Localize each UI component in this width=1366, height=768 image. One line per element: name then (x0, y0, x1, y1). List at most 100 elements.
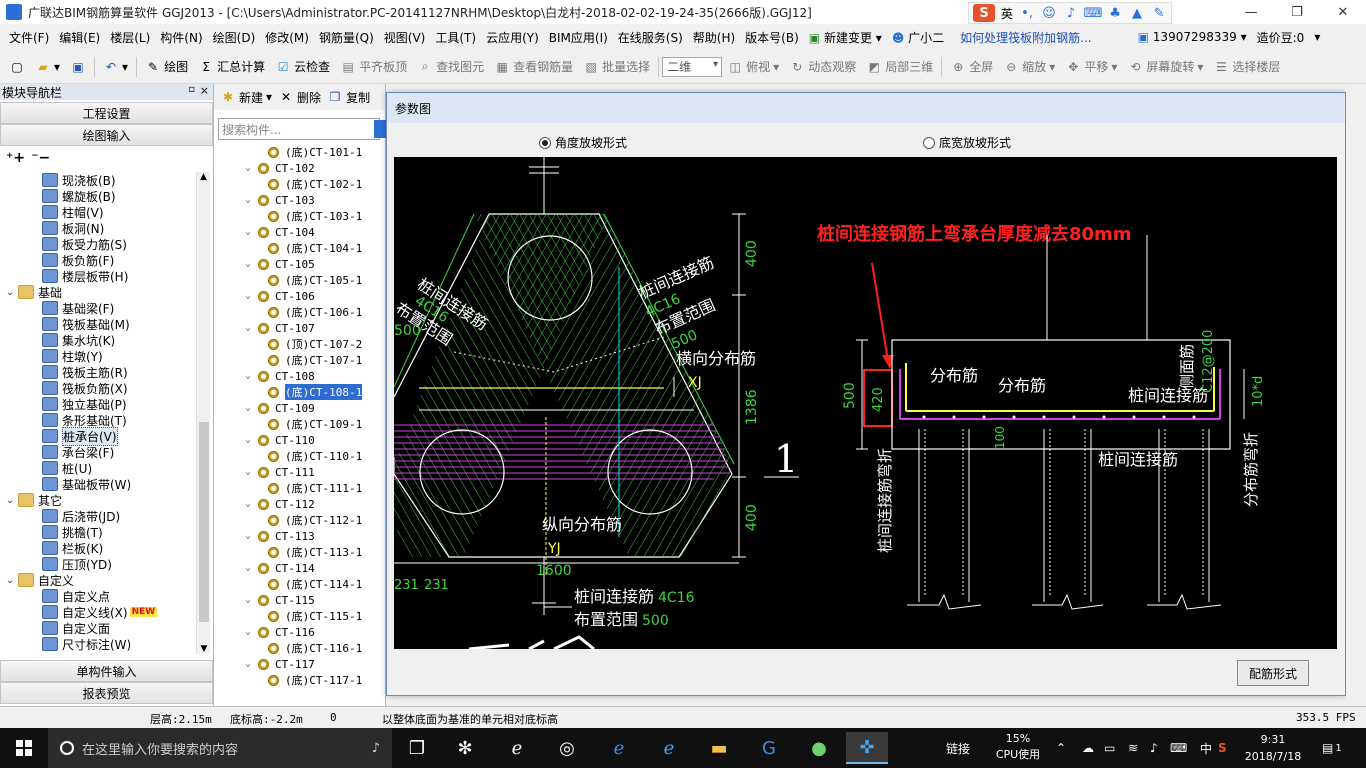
batch-select-button[interactable]: ▧ 批量选择 (578, 55, 655, 79)
close-icon[interactable]: ✕ (1320, 0, 1366, 24)
component-sub-item[interactable]: (底)CT-113-1 (242, 544, 390, 560)
expand-toggle-icon[interactable]: ⌄ (242, 291, 254, 301)
tree-item[interactable]: 螺旋板(B) (4, 188, 210, 204)
radio-angle-slope[interactable]: 角度放坡形式 (539, 134, 627, 151)
tree-item[interactable]: 尺寸标注(W) (4, 636, 210, 652)
menu-file[interactable]: 文件(F) (4, 29, 54, 46)
save-button[interactable]: ▣ (65, 55, 91, 79)
tree-item[interactable]: 板受力筋(S) (4, 236, 210, 252)
component-item[interactable]: ⌄ CT-114 (242, 560, 390, 576)
scroll-up-icon[interactable]: ▲ (197, 172, 210, 182)
close-icon[interactable]: × (200, 84, 209, 97)
ie-icon[interactable]: ℯ (496, 732, 538, 764)
zoom-button[interactable]: ⊖ 缩放 ▾ (998, 55, 1060, 79)
fan-app-icon[interactable]: ✻ (444, 732, 486, 764)
tree-item[interactable]: 柱墩(Y) (4, 348, 210, 364)
component-sub-item[interactable]: (底)CT-110-1 (242, 448, 390, 464)
component-sub-item[interactable]: (底)CT-107-1 (242, 352, 390, 368)
tree-item[interactable]: 挑檐(T) (4, 524, 210, 540)
copy-component-button[interactable]: ❐ 复制 (325, 85, 372, 109)
expand-toggle-icon[interactable]: ⌄ (242, 499, 254, 509)
project-settings-button[interactable]: 工程设置 (0, 102, 213, 124)
component-sub-item[interactable]: (底)CT-101-1 (242, 144, 390, 160)
file-explorer-icon[interactable]: ▬ (698, 732, 740, 764)
expand-toggle-icon[interactable]: ⌄ (4, 575, 16, 586)
tree-item[interactable]: 桩承台(V) (4, 426, 210, 446)
tree-item[interactable]: 自定义线(X) NEW (4, 604, 210, 620)
tree-item[interactable]: 自定义面 (4, 620, 210, 636)
menu-version[interactable]: 版本号(B) (740, 29, 804, 46)
keyboard-icon[interactable]: ⌨ (1084, 5, 1103, 21)
component-item[interactable]: ⌄ CT-112 (242, 496, 390, 512)
component-sub-item[interactable]: (底)CT-112-1 (242, 512, 390, 528)
tree-item[interactable]: 筏板主筋(R) (4, 364, 210, 380)
menu-help[interactable]: 帮助(H) (688, 29, 740, 46)
price-beans[interactable]: 造价豆:0 (1252, 29, 1310, 46)
component-item[interactable]: ⌄ CT-104 (242, 224, 390, 240)
scroll-thumb[interactable] (199, 422, 209, 622)
tree-item[interactable]: 筏板负筋(X) (4, 380, 210, 396)
tree-folder[interactable]: ⌄ 自定义 (4, 572, 210, 588)
top-view-button[interactable]: ◫ 俯视 ▾ (722, 55, 784, 79)
expand-toggle-icon[interactable]: ⌄ (242, 259, 254, 269)
tree-folder[interactable]: ⌄ 其它 (4, 492, 210, 508)
radio-dot[interactable] (923, 136, 935, 149)
component-item[interactable]: ⌄ CT-115 (242, 592, 390, 608)
expand-toggle-icon[interactable]: ⌄ (242, 435, 254, 445)
wrench-icon[interactable]: ✎ (1151, 5, 1167, 21)
component-sub-item[interactable]: (顶)CT-107-2 (242, 336, 390, 352)
ime-lang-label[interactable]: 英 (1001, 5, 1013, 22)
edge-icon[interactable]: ℯ (598, 732, 640, 764)
parameter-drawing-canvas[interactable]: 400 1386 400 1600 231 231 1 桩间连接筋 4C16 布… (394, 157, 1337, 649)
scroll-down-icon[interactable]: ▼ (197, 644, 211, 654)
tray-wifi-icon[interactable]: ≋ (1128, 728, 1138, 768)
tree-item[interactable]: 板负筋(F) (4, 252, 210, 268)
tree-item[interactable]: 柱帽(V) (4, 204, 210, 220)
component-item[interactable]: ⌄ CT-110 (242, 432, 390, 448)
component-item[interactable]: ⌄ CT-106 (242, 288, 390, 304)
expand-toggle-icon[interactable]: ⌄ (242, 659, 254, 669)
tray-volume-icon[interactable]: ♪ (1150, 728, 1158, 768)
tree-item[interactable]: 集水坑(K) (4, 332, 210, 348)
expand-toggle-icon[interactable]: ⌄ (242, 403, 254, 413)
component-sub-item[interactable]: (底)CT-104-1 (242, 240, 390, 256)
draw-button[interactable]: ✎ 绘图 (140, 55, 193, 79)
expand-toggle-icon[interactable]: ⌄ (242, 371, 254, 381)
tray-cloud-icon[interactable]: ☁ (1082, 728, 1094, 768)
expand-all-icon[interactable]: ⁺+ (6, 150, 25, 166)
tree-item[interactable]: 自定义点 (4, 588, 210, 604)
expand-toggle-icon[interactable]: ⌄ (242, 595, 254, 605)
tree-item[interactable]: 基础板带(W) (4, 476, 210, 492)
tray-sogou-icon[interactable]: S (1218, 728, 1227, 768)
component-item[interactable]: ⌄ CT-108 (242, 368, 390, 384)
question-link[interactable]: 如何处理筏板附加钢筋... (955, 29, 1096, 46)
user-icon[interactable]: ♣ (1107, 5, 1123, 21)
delete-component-button[interactable]: ✕ 删除 (276, 85, 323, 109)
punctuation-icon[interactable]: •, (1019, 5, 1035, 21)
component-sub-item[interactable]: (底)CT-115-1 (242, 608, 390, 624)
task-view-icon[interactable]: ❐ (396, 732, 438, 764)
tree-folder[interactable]: ⌄ 基础 (4, 284, 210, 300)
menu-floor[interactable]: 楼层(L) (105, 29, 155, 46)
component-sub-item[interactable]: (底)CT-117-1 (242, 672, 390, 688)
drawing-input-button[interactable]: 绘图输入 (0, 124, 213, 146)
tree-item[interactable]: 独立基础(P) (4, 396, 210, 412)
menu-draw[interactable]: 绘图(D) (208, 29, 261, 46)
expand-toggle-icon[interactable]: ⌄ (242, 467, 254, 477)
find-element-button[interactable]: ⌕ 查找图元 (412, 55, 489, 79)
tree-item[interactable]: 基础梁(F) (4, 300, 210, 316)
rotate-button[interactable]: ⟲ 屏幕旋转 ▾ (1122, 55, 1208, 79)
tree-expand-collapse[interactable]: ⁺+ ⁻− (0, 146, 213, 170)
microphone-icon[interactable]: ♪ (1063, 5, 1079, 21)
local-3d-button[interactable]: ◩ 局部三维 (861, 55, 938, 79)
component-item[interactable]: ⌄ CT-107 (242, 320, 390, 336)
tree-item[interactable]: 栏板(K) (4, 540, 210, 556)
tree-item[interactable]: 楼层板带(H) (4, 268, 210, 284)
expand-toggle-icon[interactable]: ⌄ (242, 627, 254, 637)
tray-battery-icon[interactable]: ▭ (1104, 728, 1115, 768)
rebar-form-button[interactable]: 配筋形式 (1237, 660, 1309, 686)
menu-bim[interactable]: BIM应用(I) (544, 29, 613, 46)
spiral-app-icon[interactable]: ◎ (546, 732, 588, 764)
undo-button[interactable]: ↶ ▾ (98, 55, 133, 79)
tray-up-arrow-icon[interactable]: ⌃ (1056, 728, 1066, 768)
